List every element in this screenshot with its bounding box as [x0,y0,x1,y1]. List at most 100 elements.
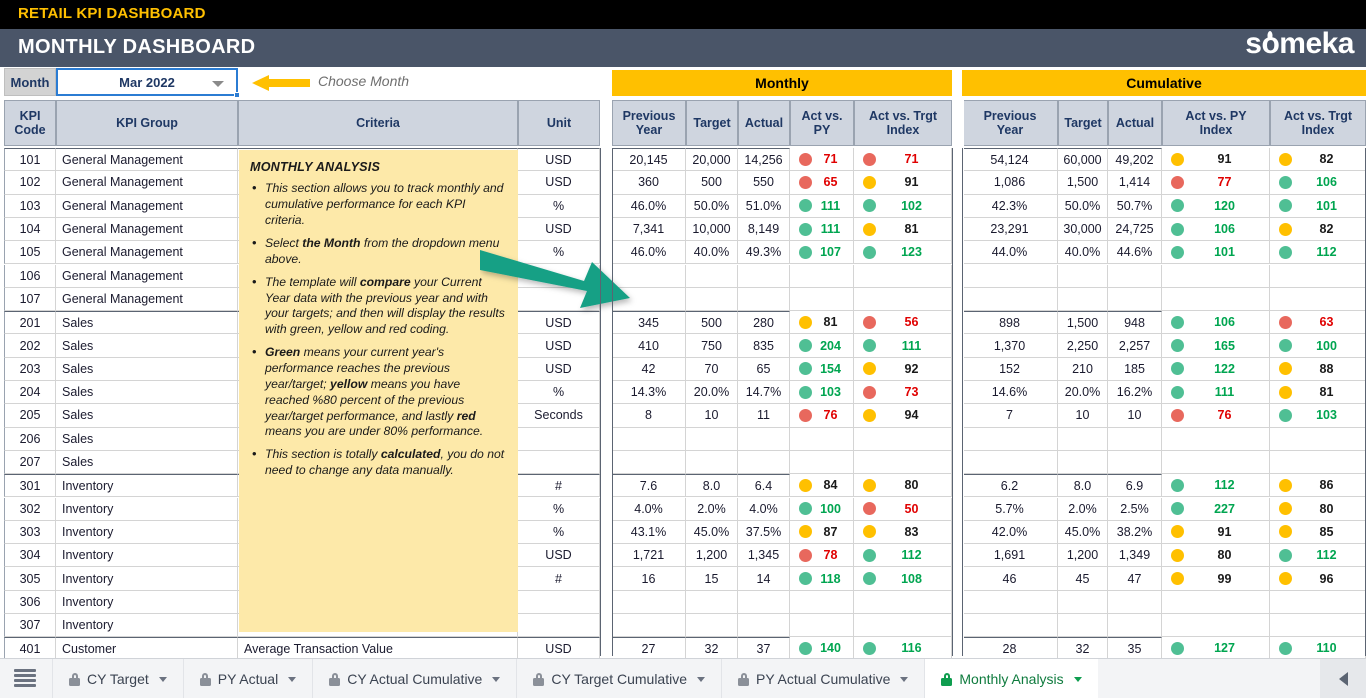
cell-unit[interactable]: # [518,567,600,591]
cell-group[interactable]: Sales [56,334,238,358]
cell-monthly-act-vs-py[interactable]: 100 [790,497,854,521]
cell-monthly-ac[interactable] [738,287,790,312]
cell-monthly-tg[interactable]: 2.0% [686,497,738,521]
cell-cumulative-py[interactable] [962,427,1058,451]
cell-cumulative-act-vs-py[interactable]: 120 [1162,194,1270,218]
cell-monthly-tg[interactable]: 750 [686,334,738,358]
cell-cumulative-ac[interactable] [1108,264,1162,288]
cell-unit[interactable]: % [518,194,600,218]
cell-cumulative-act-vs-target[interactable]: 101 [1270,194,1366,218]
cell-cumulative-act-vs-target[interactable]: 88 [1270,357,1366,381]
sheet-tab-cy-target-cumulative[interactable]: CY Target Cumulative [516,659,721,698]
cell-group[interactable]: Inventory [56,567,238,591]
cell-monthly-act-vs-target[interactable]: 94 [854,404,952,428]
cell-monthly-act-vs-target[interactable]: 81 [854,217,952,242]
cell-monthly-py[interactable]: 4.0% [612,497,686,521]
cell-cumulative-act-vs-target[interactable]: 96 [1270,567,1366,591]
cell-monthly-ac[interactable]: 280 [738,311,790,335]
cell-cumulative-tg[interactable]: 210 [1058,357,1108,381]
cell-cumulative-tg[interactable] [1058,450,1108,475]
table-row[interactable]: 105 General Management% 46.0% 40.0% 49.3% 44.… [0,241,1366,265]
cell-cumulative-py[interactable]: 54,124 [962,148,1058,172]
cell-monthly-py[interactable]: 20,145 [612,148,686,172]
cell-monthly-act-vs-py[interactable]: 103 [790,381,854,405]
cell-group[interactable]: Inventory [56,520,238,545]
cell-cumulative-py[interactable]: 46 [962,567,1058,591]
cell-cumulative-act-vs-py[interactable] [1162,264,1270,288]
cell-monthly-act-vs-target[interactable] [854,427,952,451]
cell-group[interactable]: General Management [56,171,238,195]
cell-cumulative-ac[interactable]: 1,414 [1108,171,1162,195]
table-row[interactable]: 304 Inventory USD 1,721 1,200 1,345 1,691 1,200… [0,544,1366,568]
cell-monthly-act-vs-py[interactable]: 78 [790,544,854,568]
table-row[interactable]: 205 Sales Seconds 8 10 11 7 10 10 76 94 76 103 [0,404,1366,428]
cell-code[interactable]: 201 [4,311,56,335]
cell-unit[interactable] [518,590,600,614]
cell-monthly-py[interactable]: 1,721 [612,544,686,568]
sheet-tab-py-actual[interactable]: PY Actual [182,659,312,698]
cell-unit[interactable]: % [518,241,600,265]
cell-cumulative-act-vs-py[interactable] [1162,427,1270,451]
cell-group[interactable]: Inventory [56,614,238,638]
cell-cumulative-act-vs-py[interactable] [1162,450,1270,475]
cell-code[interactable]: 305 [4,567,56,591]
cell-unit[interactable] [518,287,600,312]
cell-monthly-py[interactable]: 16 [612,567,686,591]
chevron-down-icon[interactable] [288,676,297,682]
cell-monthly-ac[interactable]: 550 [738,171,790,195]
cell-monthly-py[interactable]: 42 [612,357,686,381]
cell-monthly-tg[interactable] [686,614,738,638]
table-row[interactable]: 102 General Management USD 360 500 550 1,086 1,… [0,171,1366,195]
cell-cumulative-tg[interactable]: 1,500 [1058,171,1108,195]
cell-monthly-act-vs-target[interactable] [854,264,952,288]
cell-code[interactable]: 105 [4,241,56,265]
table-row[interactable]: 302 Inventory% 4.0% 2.0% 4.0% 5.7% 2.0% 2.5% 100… [0,497,1366,521]
cell-cumulative-py[interactable]: 1,370 [962,334,1058,358]
cell-monthly-act-vs-py[interactable]: 87 [790,520,854,545]
cell-unit[interactable] [518,264,600,288]
cell-monthly-tg[interactable]: 500 [686,171,738,195]
cell-group[interactable]: General Management [56,264,238,288]
cell-cumulative-py[interactable]: 44.0% [962,241,1058,265]
cell-monthly-act-vs-py[interactable]: 65 [790,171,854,195]
cell-cumulative-act-vs-target[interactable]: 112 [1270,241,1366,265]
cell-cumulative-act-vs-target[interactable]: 85 [1270,520,1366,545]
cell-cumulative-ac[interactable]: 6.9 [1108,474,1162,498]
cell-monthly-py[interactable]: 43.1% [612,520,686,545]
cell-cumulative-ac[interactable]: 24,725 [1108,217,1162,242]
cell-code[interactable]: 103 [4,194,56,218]
cell-monthly-ac[interactable]: 835 [738,334,790,358]
cell-monthly-ac[interactable] [738,614,790,638]
sheet-tab-cy-actual-cumulative[interactable]: CY Actual Cumulative [312,659,516,698]
cell-monthly-py[interactable]: 410 [612,334,686,358]
cell-cumulative-tg[interactable] [1058,614,1108,638]
cell-code[interactable]: 307 [4,614,56,638]
chevron-down-icon[interactable] [697,676,706,682]
cell-monthly-ac[interactable]: 14 [738,567,790,591]
cell-cumulative-py[interactable] [962,614,1058,638]
cell-monthly-act-vs-py[interactable] [790,590,854,614]
cell-monthly-tg[interactable]: 10 [686,404,738,428]
cell-monthly-act-vs-target[interactable]: 56 [854,311,952,335]
cell-code[interactable]: 302 [4,497,56,521]
cell-unit[interactable]: Seconds [518,404,600,428]
cell-cumulative-tg[interactable]: 1,200 [1058,544,1108,568]
cell-monthly-tg[interactable]: 70 [686,357,738,381]
cell-monthly-act-vs-py[interactable]: 204 [790,334,854,358]
cell-unit[interactable]: USD [518,148,600,172]
cell-monthly-act-vs-target[interactable]: 50 [854,497,952,521]
cell-cumulative-tg[interactable]: 30,000 [1058,217,1108,242]
month-dropdown[interactable]: Mar 2022 [56,68,240,98]
cell-unit[interactable] [518,450,600,475]
cell-monthly-ac[interactable]: 14,256 [738,148,790,172]
cell-cumulative-act-vs-target[interactable] [1270,264,1366,288]
cell-monthly-tg[interactable] [686,264,738,288]
chevron-down-icon[interactable] [212,81,224,87]
cell-cumulative-ac[interactable]: 948 [1108,311,1162,335]
cell-monthly-py[interactable] [612,450,686,475]
table-row[interactable]: 203 Sales USD 42 70 65 152 210 185 154 92 122 88 [0,357,1366,381]
cell-cumulative-act-vs-target[interactable]: 80 [1270,497,1366,521]
cell-monthly-tg[interactable]: 8.0 [686,474,738,498]
cell-cumulative-ac[interactable]: 47 [1108,567,1162,591]
cell-monthly-ac[interactable] [738,427,790,451]
